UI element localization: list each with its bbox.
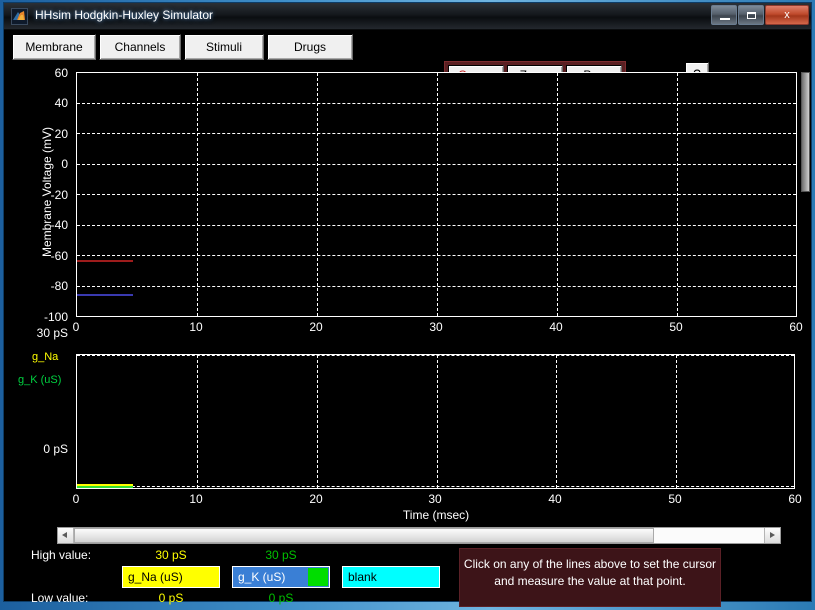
close-icon: x bbox=[784, 9, 790, 21]
voltage-ytick-40: 40 bbox=[54, 96, 68, 110]
menu-button-membrane[interactable]: Membrane bbox=[12, 34, 96, 60]
scroll-left-button[interactable] bbox=[58, 528, 74, 543]
maximize-icon bbox=[747, 12, 756, 19]
time-axis-title: Time (msec) bbox=[402, 508, 470, 522]
g-na-channel-label: g_Na (uS) bbox=[128, 570, 183, 584]
high-value-label: High value: bbox=[31, 548, 92, 562]
menu-bar: Membrane Channels Stimuli Drugs bbox=[12, 34, 356, 60]
close-button[interactable]: x bbox=[765, 5, 809, 25]
g-k-channel-label: g_K (uS) bbox=[238, 570, 286, 584]
conductance-plot[interactable] bbox=[76, 354, 795, 489]
conductance-ytick-0: 0 pS bbox=[43, 442, 68, 456]
voltage-ytick-n40: -40 bbox=[50, 218, 68, 232]
g-k-trace[interactable] bbox=[77, 486, 133, 488]
cursor-hint-line1: Click on any of the lines above to set t… bbox=[463, 557, 717, 571]
time-scrollbar[interactable] bbox=[57, 527, 781, 544]
g-na-channel-select[interactable]: g_Na (uS) bbox=[122, 566, 220, 588]
g-k-high-value: 30 pS bbox=[265, 548, 297, 562]
conductance-xtick-30: 30 bbox=[428, 492, 442, 506]
voltage-xtick-60: 60 bbox=[789, 320, 803, 334]
voltage-xtick-10: 10 bbox=[189, 320, 203, 334]
cursor-hint-line2: and measure the value at that point. bbox=[494, 574, 686, 588]
g-k-color-swatch bbox=[308, 568, 328, 586]
cursor-hint-tooltip: Click on any of the lines above to set t… bbox=[459, 548, 721, 607]
blank-channel-select[interactable]: blank bbox=[342, 566, 440, 588]
conductance-xtick-60: 60 bbox=[788, 492, 802, 506]
conductance-xtick-20: 20 bbox=[309, 492, 323, 506]
voltage-xtick-20: 20 bbox=[309, 320, 323, 334]
window-controls: x bbox=[710, 5, 809, 26]
g-na-low-value: 0 pS bbox=[158, 591, 184, 605]
voltage-ytick-n20: -20 bbox=[50, 188, 68, 202]
g-k-axis-label: g_K (uS) bbox=[18, 374, 62, 386]
g-k-channel-select[interactable]: g_K (uS) bbox=[232, 566, 330, 588]
right-arrow-icon bbox=[770, 532, 775, 538]
title-bar: HHsim Hodgkin-Huxley Simulator x bbox=[4, 3, 811, 30]
g-na-axis-label: g_Na bbox=[32, 351, 59, 363]
membrane-voltage-plot[interactable] bbox=[76, 72, 797, 317]
minimize-icon bbox=[720, 18, 730, 20]
conductance-xtick-0: 0 bbox=[72, 492, 80, 506]
conductance-ytick-30: 30 pS bbox=[36, 326, 68, 340]
voltage-ytick-60: 60 bbox=[54, 66, 68, 80]
scroll-right-button[interactable] bbox=[764, 528, 780, 543]
desktop-background: HHsim Hodgkin-Huxley Simulator x Membran… bbox=[0, 0, 815, 610]
secondary-voltage-trace[interactable] bbox=[77, 294, 133, 296]
scrollbar-thumb[interactable] bbox=[74, 528, 654, 543]
voltage-ytick-n80: -80 bbox=[50, 279, 68, 293]
scrollbar-track[interactable] bbox=[74, 528, 764, 543]
menu-button-stimuli[interactable]: Stimuli bbox=[184, 34, 264, 60]
voltage-ytick-n60: -60 bbox=[50, 249, 68, 263]
vertical-scrollbar[interactable] bbox=[801, 72, 810, 192]
low-value-label: Low value: bbox=[31, 591, 89, 605]
voltage-trace[interactable] bbox=[77, 260, 133, 262]
g-k-low-value: 0 pS bbox=[268, 591, 294, 605]
conductance-xtick-10: 10 bbox=[189, 492, 203, 506]
client-area: Membrane Channels Stimuli Drugs Cursor Z… bbox=[4, 30, 811, 607]
minimize-button[interactable] bbox=[711, 5, 737, 25]
blank-channel-label: blank bbox=[348, 570, 377, 584]
menu-button-drugs[interactable]: Drugs bbox=[267, 34, 353, 60]
voltage-ytick-20: 20 bbox=[54, 127, 68, 141]
g-na-high-value: 30 pS bbox=[155, 548, 187, 562]
menu-button-channels[interactable]: Channels bbox=[99, 34, 181, 60]
left-arrow-icon bbox=[62, 532, 67, 538]
voltage-xtick-40: 40 bbox=[549, 320, 563, 334]
voltage-ytick-0: 0 bbox=[61, 157, 68, 171]
conductance-xtick-50: 50 bbox=[668, 492, 682, 506]
conductance-xtick-40: 40 bbox=[548, 492, 562, 506]
maximize-button[interactable] bbox=[738, 5, 764, 25]
application-window: HHsim Hodgkin-Huxley Simulator x Membran… bbox=[3, 2, 812, 607]
voltage-xtick-30: 30 bbox=[429, 320, 443, 334]
window-title: HHsim Hodgkin-Huxley Simulator bbox=[35, 8, 214, 22]
matlab-membrane-icon bbox=[11, 8, 28, 25]
voltage-xtick-50: 50 bbox=[669, 320, 683, 334]
